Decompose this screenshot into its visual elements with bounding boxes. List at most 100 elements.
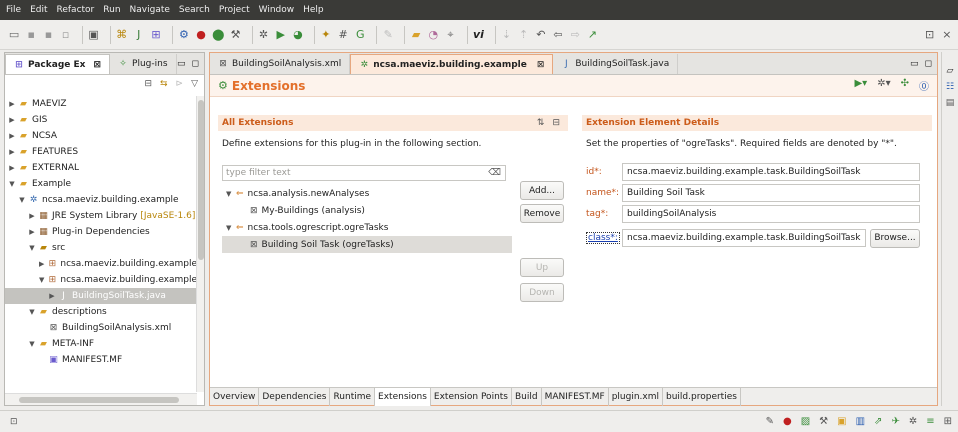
tree-node[interactable]: ▶ ▦ JRE System Library [JavaSE-1.6] (5, 208, 197, 224)
tree-node[interactable]: ▣ MANIFEST.MF (5, 352, 197, 368)
fast-view-icon[interactable]: ⊡ (10, 417, 18, 427)
expanded-arrow-icon[interactable]: ▼ (17, 196, 27, 204)
menu-search[interactable]: Search (179, 5, 210, 15)
collapsed-arrow-icon[interactable]: ▶ (47, 292, 57, 300)
grid-icon[interactable]: # (337, 27, 349, 43)
forward-icon[interactable]: ⇨ (569, 27, 581, 43)
status-pen-icon[interactable]: ✎ (766, 416, 774, 427)
menu-window[interactable]: Window (259, 5, 295, 15)
extension-element-node[interactable]: ⊠ My-Buildings (analysis) (222, 202, 512, 219)
save-icon[interactable]: ▪ (25, 27, 37, 43)
vertical-scrollbar[interactable] (196, 96, 204, 392)
page-tab-manifest-mf[interactable]: MANIFEST.MF (542, 387, 609, 406)
status-image-icon[interactable]: ▨ (801, 416, 810, 427)
collapse-all-icon[interactable]: ⊟ (144, 79, 152, 89)
run-icon[interactable]: ▶ (275, 27, 287, 43)
tree-node[interactable]: ▶ ▰ FEATURES (5, 144, 197, 160)
up-button[interactable]: Up (520, 258, 564, 277)
filter-input[interactable]: type filter text ⌫ (222, 165, 506, 181)
page-tab-extensions[interactable]: Extensions (375, 387, 431, 406)
minimize-icon[interactable]: ▭ (177, 59, 186, 69)
open-file-icon[interactable]: ◔ (427, 27, 439, 43)
help-icon[interactable]: ⓪ (919, 78, 929, 93)
view-menu-icon[interactable]: ▽ (191, 79, 198, 89)
collapsed-arrow-icon[interactable]: ▶ (7, 148, 17, 156)
focus-icon[interactable]: ⊳ (176, 79, 184, 89)
page-tab-dependencies[interactable]: Dependencies (259, 387, 331, 406)
horizontal-scrollbar[interactable] (5, 393, 197, 405)
expanded-arrow-icon[interactable]: ▼ (27, 340, 37, 348)
expanded-arrow-icon[interactable]: ▼ (37, 276, 46, 284)
run-app-icon[interactable]: ⬤ (212, 27, 224, 43)
maximize-icon[interactable]: ◻ (925, 59, 932, 69)
external-tools-icon[interactable]: ◕ (292, 27, 304, 43)
status-grid-icon[interactable]: ▥ (856, 416, 865, 427)
collapsed-arrow-icon[interactable]: ▶ (7, 132, 17, 140)
tree-node[interactable]: ▼ ▰ Example (5, 176, 197, 192)
expanded-arrow-icon[interactable]: ▼ (27, 308, 37, 316)
collapsed-arrow-icon[interactable]: ▶ (27, 228, 37, 236)
pen-icon[interactable]: ✎ (382, 27, 394, 43)
new-package-icon[interactable]: ⊞ (150, 27, 162, 43)
tree-node[interactable]: ▼ ▰ descriptions (5, 304, 197, 320)
expanded-arrow-icon[interactable]: ▼ (7, 180, 17, 188)
minimize-icon[interactable]: ▭ (910, 59, 919, 69)
status-list-icon[interactable]: ≡ (926, 416, 934, 427)
folder-open-icon[interactable]: ▰ (410, 27, 422, 43)
expanded-arrow-icon[interactable]: ▼ (226, 190, 236, 198)
status-tools-icon[interactable]: ⚒ (819, 416, 828, 427)
collapsed-arrow-icon[interactable]: ▶ (7, 100, 17, 108)
tab-plugins[interactable]: ✧ Plug-ins (110, 54, 177, 74)
class-field[interactable]: ncsa.maeviz.building.example.task.Buildi… (622, 229, 866, 247)
menu-edit[interactable]: Edit (30, 5, 47, 15)
extension-point-node[interactable]: ▼ ⇐ ncsa.analysis.newAnalyses (222, 185, 512, 202)
extension-point-node[interactable]: ▼ ⇐ ncsa.tools.ogrescript.ogreTasks (222, 219, 512, 236)
extension-element-node[interactable]: ⊠ Building Soil Task (ogreTasks) (222, 236, 512, 253)
outline-icon[interactable]: ☷ (946, 82, 954, 92)
back-icon[interactable]: ⇦ (552, 27, 564, 43)
collapsed-arrow-icon[interactable]: ▶ (7, 164, 17, 172)
sort-icon[interactable]: ⇅ (537, 118, 545, 128)
settings-icon[interactable]: ⚙ (178, 27, 190, 43)
browse-button[interactable]: Browse... (870, 228, 920, 248)
tree-node[interactable]: ▼ ✲ ncsa.maeviz.building.example (5, 192, 197, 208)
close-icon[interactable]: ⊠ (93, 60, 101, 70)
last-edit-icon[interactable]: ↶ (535, 27, 547, 43)
open-type-icon[interactable]: ⌘ (115, 27, 127, 43)
clear-filter-icon[interactable]: ⌫ (488, 166, 501, 180)
new-project-icon[interactable]: ✦ (320, 27, 332, 43)
page-tab-overview[interactable]: Overview (210, 387, 260, 406)
menu-file[interactable]: File (6, 5, 21, 15)
annotation-icon[interactable]: ⌖ (444, 27, 456, 43)
status-save-icon[interactable]: ▣ (837, 416, 846, 427)
stop-icon[interactable]: ● (195, 27, 207, 43)
name-field[interactable]: Building Soil Task (622, 184, 920, 202)
expanded-arrow-icon[interactable]: ▼ (27, 244, 37, 252)
page-tab-extension-points[interactable]: Extension Points (431, 387, 512, 406)
page-tab-plugin-xml[interactable]: plugin.xml (609, 387, 664, 406)
save-all-icon[interactable]: ▪ (42, 27, 54, 43)
tree-node[interactable]: ▶ ▦ Plug-in Dependencies (5, 224, 197, 240)
vi-icon[interactable]: vi (472, 27, 484, 43)
tree-node[interactable]: ▼ ▰ META-INF (5, 336, 197, 352)
tree-node[interactable]: ▶ ▰ EXTERNAL (5, 160, 197, 176)
new-icon[interactable]: ▭ (8, 27, 20, 43)
down-button[interactable]: Down (520, 283, 564, 302)
print-icon[interactable]: ▫ (60, 27, 72, 43)
tree-node[interactable]: ▼ ⊞ ncsa.maeviz.building.example (5, 272, 197, 288)
tab-building-soil-task-java[interactable]: J BuildingSoilTask.java (553, 54, 679, 74)
menu-run[interactable]: Run (103, 5, 120, 15)
task-list-icon[interactable]: ▤ (946, 98, 955, 108)
maximize-icon[interactable]: ◻ (192, 59, 199, 69)
tree-node[interactable]: ⊠ BuildingSoilAnalysis.xml (5, 320, 197, 336)
tree-node[interactable]: ▶ ▰ MAEVIZ (5, 96, 197, 112)
restore-icon[interactable]: ▱ (947, 66, 954, 76)
tree-node[interactable]: ▶ ▰ NCSA (5, 128, 197, 144)
link-editor-icon[interactable]: ⇆ (160, 79, 168, 89)
menu-refactor[interactable]: Refactor (57, 5, 95, 15)
prev-annotation-icon[interactable]: ⇡ (518, 27, 530, 43)
expanded-arrow-icon[interactable]: ▼ (226, 224, 236, 232)
tree-node[interactable]: ▶ J BuildingSoilTask.java (5, 288, 197, 304)
open-perspective-icon[interactable]: ⊡ (923, 27, 935, 43)
status-stop-icon[interactable]: ● (783, 416, 792, 427)
